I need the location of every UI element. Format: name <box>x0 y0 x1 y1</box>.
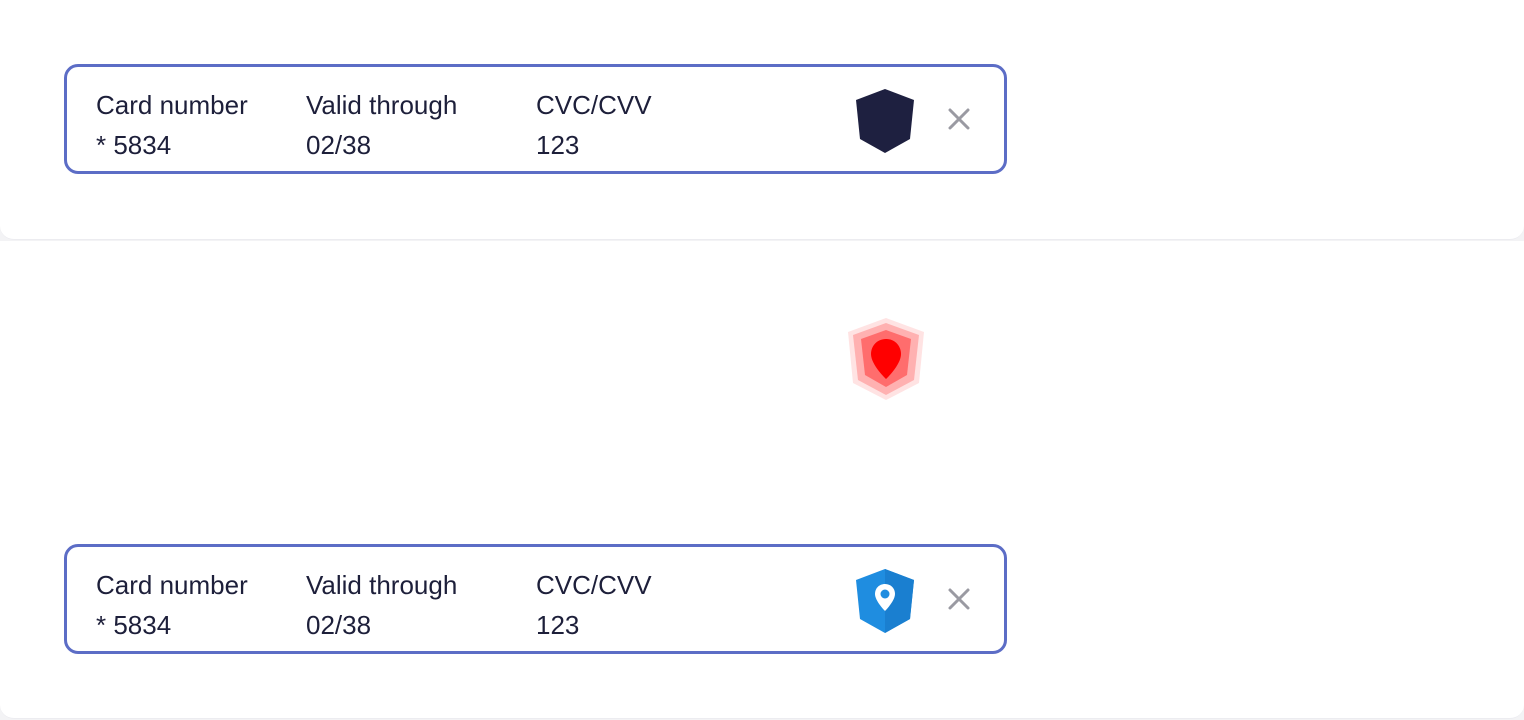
cvc-column: CVC/CVV 123 <box>536 85 652 165</box>
card-number-value: * 5834 <box>96 610 172 640</box>
card-number-column: Card number * 5834 <box>96 565 248 645</box>
card-number-value: * 5834 <box>96 130 172 160</box>
card-number-label: Card number <box>96 570 248 600</box>
cvc-label: CVC/CVV <box>536 90 652 120</box>
card-input-field[interactable]: Card number * 5834 Valid through 02/38 C… <box>64 544 1007 654</box>
valid-through-label: Valid through <box>306 90 458 120</box>
cvc-value: 123 <box>536 610 580 640</box>
valid-through-value: 02/38 <box>306 610 372 640</box>
dark-shield-icon <box>856 89 914 153</box>
valid-through-column: Valid through 02/38 <box>306 565 457 645</box>
location-shield-icon <box>856 569 914 633</box>
close-icon[interactable] <box>944 104 974 134</box>
close-icon[interactable] <box>944 584 974 614</box>
red-location-shield-icon <box>848 318 924 400</box>
valid-through-label: Valid through <box>306 570 458 600</box>
card-number-column: Card number * 5834 <box>96 85 248 165</box>
valid-through-column: Valid through 02/38 <box>306 85 457 165</box>
cvc-value: 123 <box>536 130 580 160</box>
card-number-label: Card number <box>96 90 248 120</box>
valid-through-value: 02/38 <box>306 130 372 160</box>
cvc-label: CVC/CVV <box>536 570 652 600</box>
card-input-field[interactable]: Card number * 5834 Valid through 02/38 C… <box>64 64 1007 174</box>
cvc-column: CVC/CVV 123 <box>536 565 652 645</box>
card-panel-top: Card number * 5834 Valid through 02/38 C… <box>0 0 1524 240</box>
